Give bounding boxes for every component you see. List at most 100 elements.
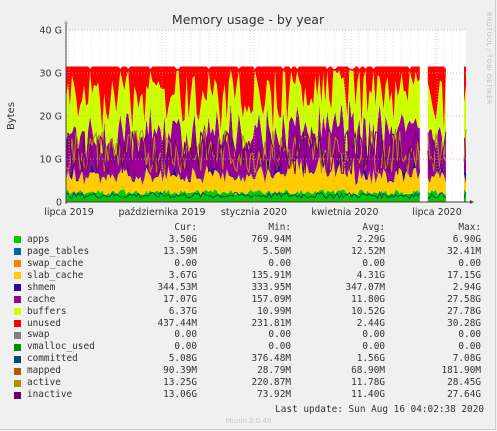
legend-header: Cur: Min: Avg: Max: (12, 222, 484, 234)
legend-min: 157.09M (251, 293, 291, 305)
legend-swatch (14, 236, 21, 244)
legend-swatch (14, 331, 21, 339)
legend-min: 28.79M (257, 365, 291, 377)
legend-cur: 0.00 (174, 341, 197, 353)
legend-max: 32.41M (447, 245, 481, 257)
legend-max: 30.28G (447, 317, 481, 329)
header-min: Min: (268, 222, 291, 233)
legend-max: 27.64G (447, 389, 481, 401)
y-tick-label: 40 G (40, 26, 62, 37)
legend-avg: 10.52G (351, 305, 385, 317)
munin-version: Munin 2.0.49 (225, 417, 272, 425)
y-axis-label: Bytes (6, 102, 17, 130)
chart-title: Memory usage - by year (172, 12, 325, 27)
legend-max: 0.00 (458, 341, 481, 353)
legend-row-unused: unused 437.44M 231.81M 2.44G 30.28G (12, 318, 484, 330)
legend-avg: 68.90M (351, 365, 385, 377)
legend-label: slab_cache (27, 269, 84, 281)
x-tick-label: lipca 2019 (44, 207, 94, 218)
legend-label: committed (27, 353, 78, 365)
legend-label: unused (27, 317, 61, 329)
legend-min: 376.48M (251, 353, 291, 365)
legend-max: 17.15G (447, 269, 481, 281)
legend-avg: 4.31G (356, 269, 385, 281)
legend-avg: 0.00 (362, 329, 385, 341)
legend-avg: 1.56G (356, 353, 385, 365)
legend-cur: 13.06G (163, 389, 197, 401)
legend: Cur: Min: Avg: Max: apps 3.50G 769.94M 2.29… (12, 222, 484, 401)
side-label: RRDTOOL / TOBI OETIKER (485, 12, 493, 105)
legend-cur: 13.59M (163, 245, 197, 257)
legend-max: 7.08G (452, 353, 481, 365)
legend-max: 181.90M (441, 365, 481, 377)
legend-max: 0.00 (458, 257, 481, 269)
legend-min: 220.87M (251, 377, 291, 389)
legend-swatch (14, 379, 21, 387)
header-max: Max: (458, 222, 481, 233)
legend-label: cache (27, 293, 56, 305)
legend-max: 0.00 (458, 329, 481, 341)
y-tick-label: 20 G (40, 112, 62, 123)
legend-max: 28.45G (447, 377, 481, 389)
legend-avg: 0.00 (362, 257, 385, 269)
legend-avg: 11.80G (351, 293, 385, 305)
x-axis-arrow (470, 200, 474, 204)
legend-avg: 12.52M (351, 245, 385, 257)
legend-label: swap_cache (27, 257, 84, 269)
legend-min: 769.94M (251, 233, 291, 245)
legend-swatch (14, 296, 21, 304)
legend-min: 10.99M (257, 305, 291, 317)
legend-min: 333.95M (251, 281, 291, 293)
legend-swatch (14, 367, 21, 375)
legend-label: buffers (27, 305, 67, 317)
legend-avg: 0.00 (362, 341, 385, 353)
legend-row-buffers: buffers 6.37G 10.99M 10.52G 27.78G (12, 306, 484, 318)
legend-avg: 11.40G (351, 389, 385, 401)
header-avg: Avg: (362, 222, 385, 233)
y-axis-arrow (64, 20, 68, 24)
legend-cur: 3.67G (168, 269, 197, 281)
legend-row-swap: swap 0.00 0.00 0.00 0.00 (12, 329, 484, 341)
legend-swatch (14, 260, 21, 268)
legend-swatch (14, 319, 21, 327)
legend-label: active (27, 377, 61, 389)
legend-min: 0.00 (268, 341, 291, 353)
legend-avg: 2.29G (356, 233, 385, 245)
legend-row-active: active 13.25G 220.87M 11.78G 28.45G (12, 377, 484, 389)
legend-swatch (14, 343, 21, 351)
legend-swatch (14, 272, 21, 280)
legend-avg: 2.44G (356, 317, 385, 329)
last-update: Last update: Sun Aug 16 04:02:38 2020 (275, 404, 484, 415)
legend-swatch (14, 355, 21, 363)
legend-cur: 437.44M (157, 317, 197, 329)
legend-min: 135.91M (251, 269, 291, 281)
legend-avg: 347.07M (345, 281, 385, 293)
legend-min: 5.50M (262, 245, 291, 257)
legend-label: shmem (27, 281, 56, 293)
legend-label: swap (27, 329, 50, 341)
legend-cur: 5.08G (168, 353, 197, 365)
legend-row-shmem: shmem 344.53M 333.95M 347.07M 2.94G (12, 282, 484, 294)
legend-label: vmalloc_used (27, 341, 95, 353)
legend-swatch (14, 391, 21, 399)
legend-row-inactive: inactive 13.06G 73.92M 11.40G 27.64G (12, 389, 484, 401)
y-tick-label: 10 G (40, 155, 62, 166)
legend-swatch (14, 284, 21, 292)
legend-row-cache: cache 17.07G 157.09M 11.80G 27.58G (12, 294, 484, 306)
legend-row-page_tables: page_tables 13.59M 5.50M 12.52M 32.41M (12, 246, 484, 258)
legend-max: 6.90G (452, 233, 481, 245)
legend-max: 2.94G (452, 281, 481, 293)
legend-max: 27.58G (447, 293, 481, 305)
x-tick-label: października 2019 (118, 207, 205, 218)
legend-max: 27.78G (447, 305, 481, 317)
legend-cur: 344.53M (157, 281, 197, 293)
legend-cur: 17.07G (163, 293, 197, 305)
legend-swatch (14, 248, 21, 256)
legend-row-slab_cache: slab_cache 3.67G 135.91M 4.31G 17.15G (12, 270, 484, 282)
legend-min: 0.00 (268, 329, 291, 341)
legend-cur: 6.37G (168, 305, 197, 317)
legend-row-committed: committed 5.08G 376.48M 1.56G 7.08G (12, 353, 484, 365)
legend-cur: 0.00 (174, 257, 197, 269)
legend-min: 73.92M (257, 389, 291, 401)
header-cur: Cur: (174, 222, 197, 233)
